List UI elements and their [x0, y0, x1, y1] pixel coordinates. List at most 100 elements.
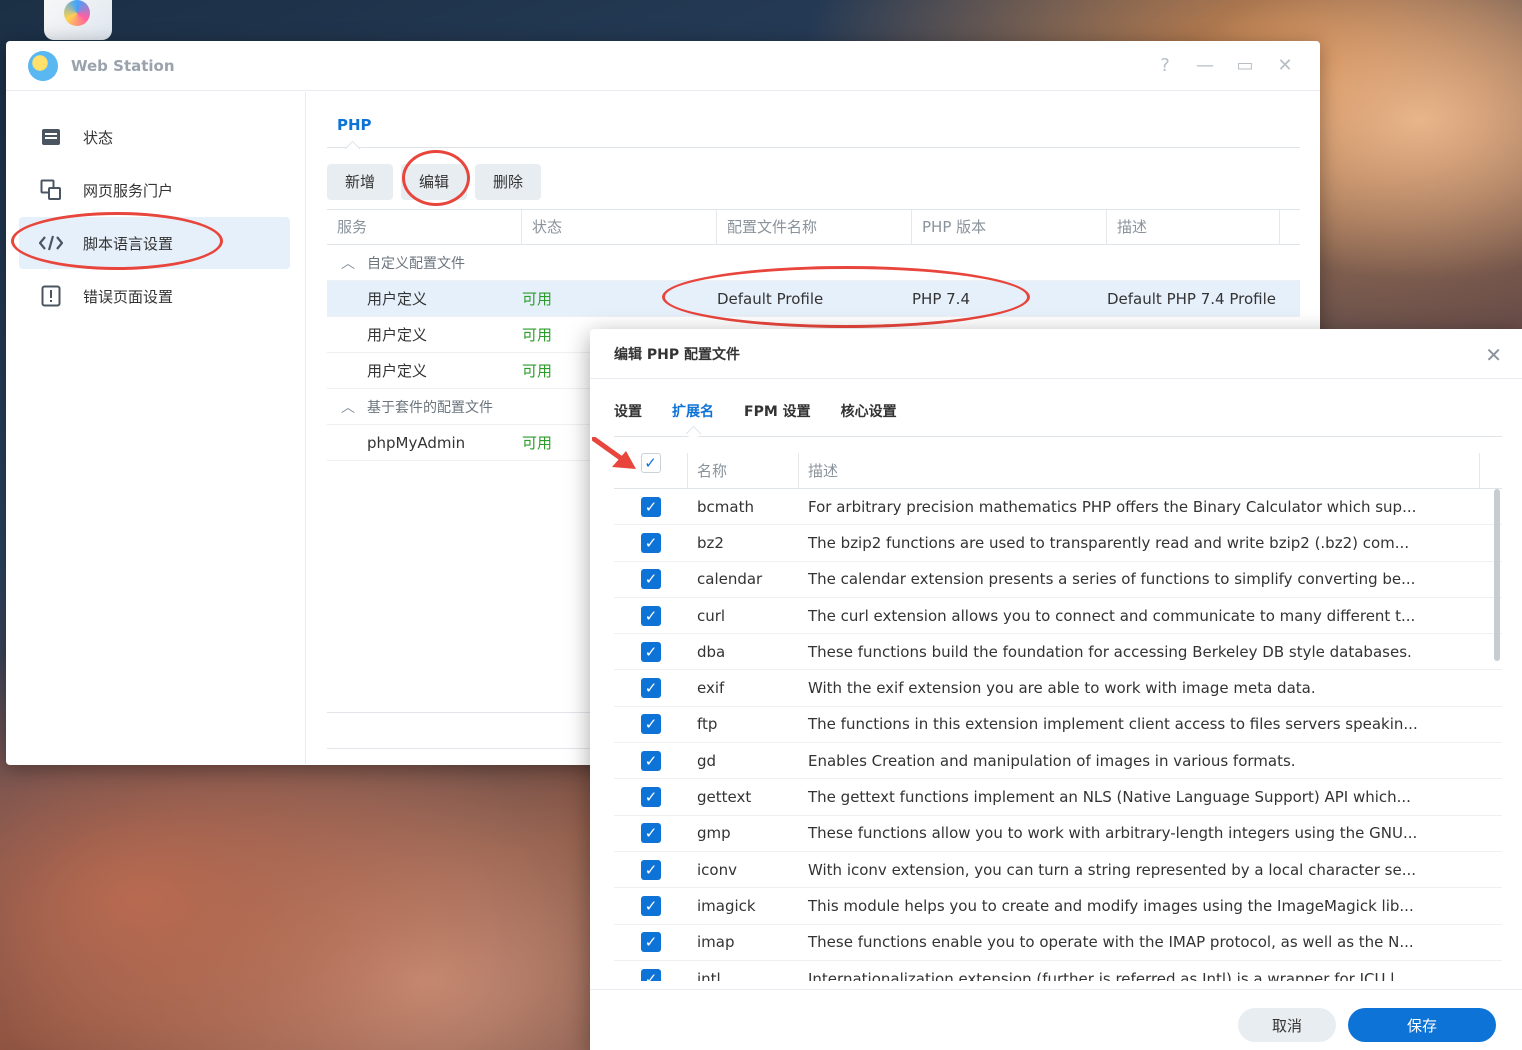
check-icon: ✓ [641, 569, 661, 590]
extension-name: exif [697, 679, 725, 698]
column-header-description[interactable]: 描述 [1107, 210, 1280, 244]
check-icon: ✓ [641, 750, 661, 771]
check-icon: ✓ [641, 787, 661, 808]
table-row[interactable]: ✓ bcmath For arbitrary precision mathemati… [614, 489, 1502, 526]
desktop-app-icon[interactable] [44, 0, 112, 40]
column-header-service[interactable]: 服务 [327, 210, 522, 244]
extension-description: The bzip2 functions are used to transpar… [808, 533, 1410, 552]
extension-name: curl [697, 606, 726, 625]
table-row[interactable]: ✓ exif With the exif extension you are abl… [614, 670, 1502, 707]
annotation-circle-profile [662, 266, 1030, 328]
maximize-icon[interactable]: ▭ [1236, 55, 1254, 76]
chevron-up-icon: ︿ [341, 399, 355, 416]
table-row[interactable]: ✓ iconv With iconv extension, you can turn… [614, 852, 1502, 889]
tab-settings[interactable]: 设置 [614, 397, 642, 436]
error-page-icon [39, 284, 63, 308]
extension-checkbox[interactable]: ✓ [614, 496, 688, 517]
extension-checkbox[interactable]: ✓ [614, 750, 688, 771]
annotation-arrow-icon [592, 437, 636, 469]
table-row[interactable]: ✓ ftp The functions in this extension impl… [614, 707, 1502, 744]
chevron-up-icon: ︿ [341, 255, 355, 272]
table-row[interactable]: ✓ bz2 The bzip2 functions are used to tran… [614, 525, 1502, 562]
help-icon[interactable]: ? [1156, 55, 1174, 76]
scrollbar[interactable] [1494, 489, 1500, 661]
save-button[interactable]: 保存 [1348, 1008, 1496, 1042]
extension-checkbox[interactable]: ✓ [614, 569, 688, 590]
extension-name: bz2 [697, 533, 724, 552]
window-title: Web Station [71, 56, 175, 75]
sidebar-item-label: 状态 [83, 128, 114, 147]
close-icon[interactable]: ✕ [1276, 55, 1294, 76]
extension-name: bcmath [697, 497, 754, 516]
extension-checkbox[interactable]: ✓ [614, 714, 688, 735]
extension-checkbox[interactable]: ✓ [614, 532, 688, 553]
tab-bar: PHP [327, 92, 1300, 148]
extensions-table-header: ✓ 名称 描述 [614, 453, 1502, 489]
status-icon [39, 125, 63, 149]
toolbar: 新增 编辑 删除 [327, 164, 1300, 200]
sidebar-item-error-page[interactable]: 错误页面设置 [19, 270, 290, 322]
sidebar-item-status[interactable]: 状态 [19, 111, 290, 163]
extension-description: The functions in this extension implemen… [808, 715, 1418, 734]
table-row[interactable]: ✓ gd Enables Creation and manipulation of … [614, 743, 1502, 780]
column-header-status[interactable]: 状态 [522, 210, 717, 244]
table-row[interactable]: ✓ gmp These functions allow you to work wi… [614, 816, 1502, 852]
table-row[interactable]: ✓ gettext The gettext functions implement … [614, 779, 1502, 816]
check-icon: ✓ [641, 714, 661, 735]
portal-icon [39, 178, 63, 202]
table-row[interactable]: ✓ curl The curl extension allows you to co… [614, 598, 1502, 635]
extension-description: Internationalization extension (further … [808, 969, 1409, 982]
extension-description: For arbitrary precision mathematics PHP … [808, 497, 1417, 516]
sidebar: 状态 网页服务门户 脚本语言设置 错误页面设置 [6, 92, 306, 764]
tab-core-settings[interactable]: 核心设置 [841, 397, 897, 436]
check-icon: ✓ [641, 532, 661, 553]
extension-description: The gettext functions implement an NLS (… [808, 788, 1411, 807]
cell-service: 用户定义 [367, 326, 428, 344]
dialog-tabs: 设置 扩展名 FPM 设置 核心设置 [614, 397, 1502, 437]
extension-name: imagick [697, 896, 756, 915]
web-station-logo-icon [28, 50, 58, 81]
sidebar-item-portal[interactable]: 网页服务门户 [19, 164, 290, 216]
extension-description: Enables Creation and manipulation of ima… [808, 751, 1296, 770]
extension-checkbox[interactable]: ✓ [614, 895, 688, 916]
table-row[interactable]: ✓ intl Internationalization extension (fur… [614, 961, 1502, 981]
extension-checkbox[interactable]: ✓ [614, 641, 688, 662]
check-icon: ✓ [641, 823, 661, 844]
cell-description: Default PHP 7.4 Profile [1107, 289, 1276, 308]
table-row[interactable]: ✓ calendar The calendar extension presents… [614, 562, 1502, 598]
tab-fpm-settings[interactable]: FPM 设置 [744, 397, 811, 436]
extension-description: With the exif extension you are able to … [808, 679, 1316, 698]
extension-checkbox[interactable]: ✓ [614, 859, 688, 880]
column-header-description[interactable]: 描述 [799, 453, 1480, 488]
sidebar-item-label: 错误页面设置 [83, 287, 174, 306]
extension-checkbox[interactable]: ✓ [614, 787, 688, 808]
extension-checkbox[interactable]: ✓ [614, 678, 688, 699]
dialog-footer: 取消 保存 [590, 989, 1522, 1050]
cancel-button[interactable]: 取消 [1238, 1008, 1336, 1042]
column-header-profile[interactable]: 配置文件名称 [717, 210, 912, 244]
table-row[interactable]: ✓ imap These functions enable you to opera… [614, 925, 1502, 961]
column-header-php-version[interactable]: PHP 版本 [912, 210, 1107, 244]
table-row[interactable]: ✓ dba These functions build the foundation… [614, 634, 1502, 671]
extensions-list[interactable]: ✓ bcmath For arbitrary precision mathemati… [614, 489, 1502, 981]
extension-checkbox[interactable]: ✓ [614, 823, 688, 844]
extension-name: imap [697, 933, 735, 952]
extension-description: This module helps you to create and modi… [808, 896, 1414, 915]
extension-description: The calendar extension presents a series… [808, 570, 1416, 589]
edit-php-profile-dialog: 编辑 PHP 配置文件 ✕ 设置 扩展名 FPM 设置 核心设置 ✓ 名称 描述… [590, 329, 1522, 1050]
extension-checkbox[interactable]: ✓ [614, 968, 688, 981]
table-row[interactable]: ✓ imagick This module helps you to create … [614, 888, 1502, 925]
add-button[interactable]: 新增 [327, 164, 394, 200]
tab-php[interactable]: PHP [337, 116, 372, 134]
delete-button[interactable]: 删除 [475, 164, 542, 200]
tab-extensions[interactable]: 扩展名 [672, 397, 714, 436]
extension-description: These functions allow you to work with a… [808, 824, 1418, 843]
extension-checkbox[interactable]: ✓ [614, 932, 688, 953]
column-header-name[interactable]: 名称 [688, 453, 799, 488]
close-icon[interactable]: ✕ [1485, 343, 1502, 367]
extension-description: These functions enable you to operate wi… [808, 933, 1414, 952]
minimize-icon[interactable]: — [1196, 55, 1214, 76]
check-icon: ✓ [641, 641, 661, 662]
extension-description: With iconv extension, you can turn a str… [808, 860, 1417, 879]
extension-checkbox[interactable]: ✓ [614, 605, 688, 626]
